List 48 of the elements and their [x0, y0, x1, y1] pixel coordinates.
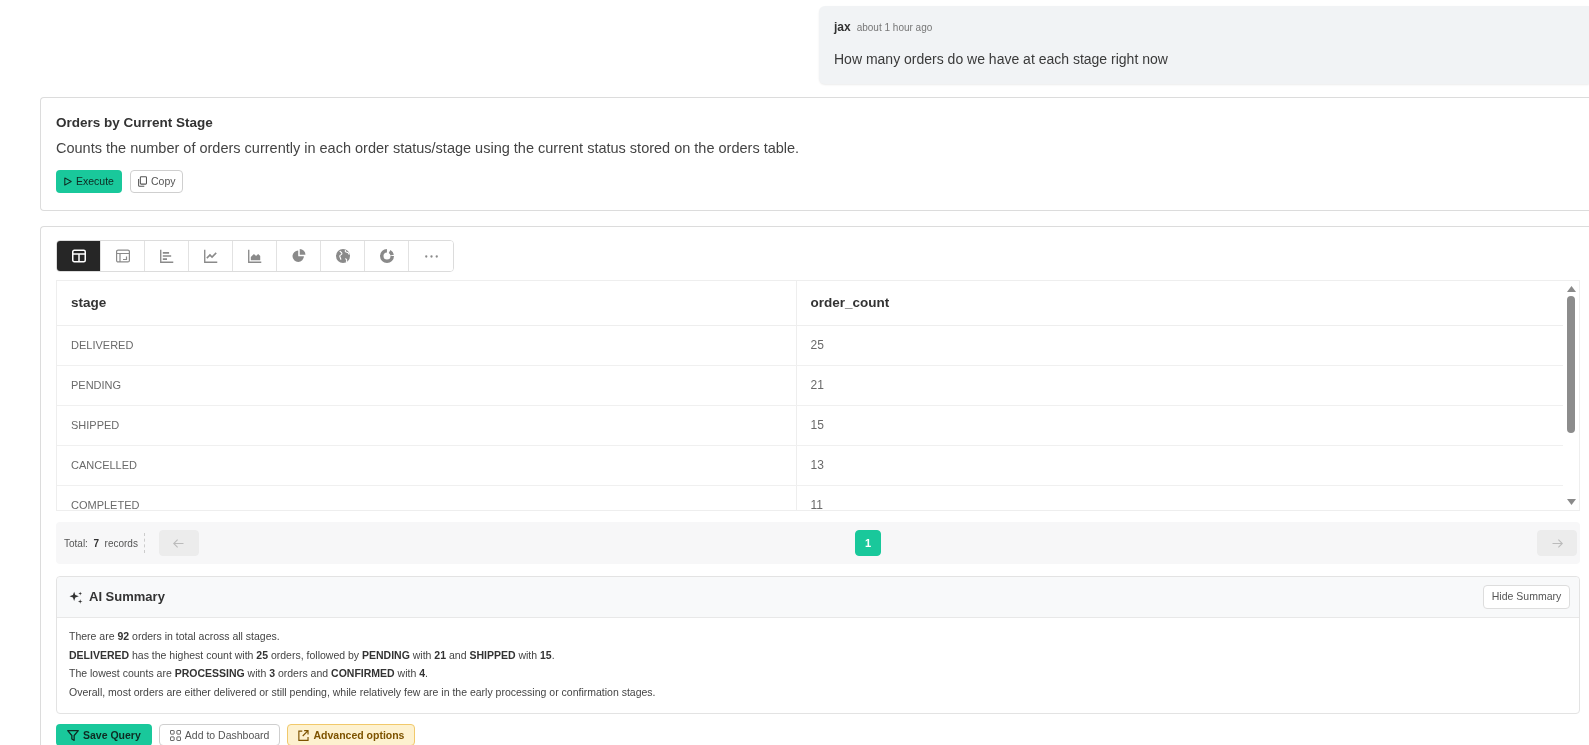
line-chart-icon [203, 249, 218, 263]
table-cell: 21 [796, 365, 1563, 405]
table-cell: 13 [796, 445, 1563, 485]
scroll-up-icon[interactable] [1566, 286, 1576, 292]
arrow-right-icon [1551, 538, 1563, 548]
summary-text: Overall, most orders are either delivered or still pending, while relatively few are in the early processing or confirmation stages. [69, 684, 657, 700]
play-icon [64, 177, 72, 186]
table-icon [71, 249, 86, 263]
area-chart-icon [247, 249, 262, 263]
more-icon [424, 254, 438, 258]
table-cell: 25 [796, 325, 1563, 365]
sparkle-icon [69, 590, 83, 604]
bar-chart-icon [159, 249, 174, 263]
summary-title: AI Summary [89, 588, 165, 607]
advanced-options-button[interactable]: Advanced options [287, 724, 416, 745]
summary-text: DELIVERED has the highest count with 25 orders, followed by PENDING with 21 and SHIPPED with 15. [69, 647, 556, 663]
message-text: How many orders do we have at each stage right now [834, 50, 1169, 68]
scrollbar-thumb[interactable] [1567, 296, 1575, 433]
query-title: Orders by Current Stage [56, 114, 214, 132]
external-link-icon [298, 729, 310, 741]
table-cell: SHIPPED [57, 405, 796, 445]
execute-button[interactable]: Execute [56, 170, 122, 193]
pivot-table-icon [115, 249, 130, 263]
funnel-icon [67, 729, 79, 741]
table-cell: DELIVERED [57, 325, 796, 365]
table-cell: 15 [796, 405, 1563, 445]
table-cell: PENDING [57, 365, 796, 405]
save-query-button[interactable]: Save Query [56, 724, 152, 745]
summary-text: There are 92 orders in total across all stages. [69, 629, 281, 644]
hide-summary-button[interactable]: Hide Summary [1483, 585, 1570, 609]
pie-chart-icon [291, 249, 306, 263]
message-author: jax [834, 20, 851, 34]
column-header: stage [57, 281, 796, 325]
copy-button[interactable]: Copy [129, 170, 184, 193]
table-view-button[interactable] [57, 241, 101, 271]
arrow-left-icon [173, 538, 185, 548]
donut-chart-icon [379, 249, 394, 263]
add-to-dashboard-button[interactable]: Add to Dashboard [158, 724, 281, 745]
table-cell: CANCELLED [57, 445, 796, 485]
scroll-down-icon[interactable] [1566, 499, 1576, 505]
copy-icon [137, 176, 147, 187]
summary-text: The lowest counts are PROCESSING with 3 orders and CONFIRMED with 4. [69, 666, 429, 681]
total-records-text: Total: 7 records [64, 536, 138, 551]
query-description: Counts the number of orders currently in each order status/stage using the current status stored on the orders table. [56, 139, 801, 158]
column-header: order_count [796, 281, 1563, 325]
globe-icon [335, 249, 350, 263]
grid-icon [169, 729, 181, 741]
message-time: about 1 hour ago [856, 21, 933, 35]
